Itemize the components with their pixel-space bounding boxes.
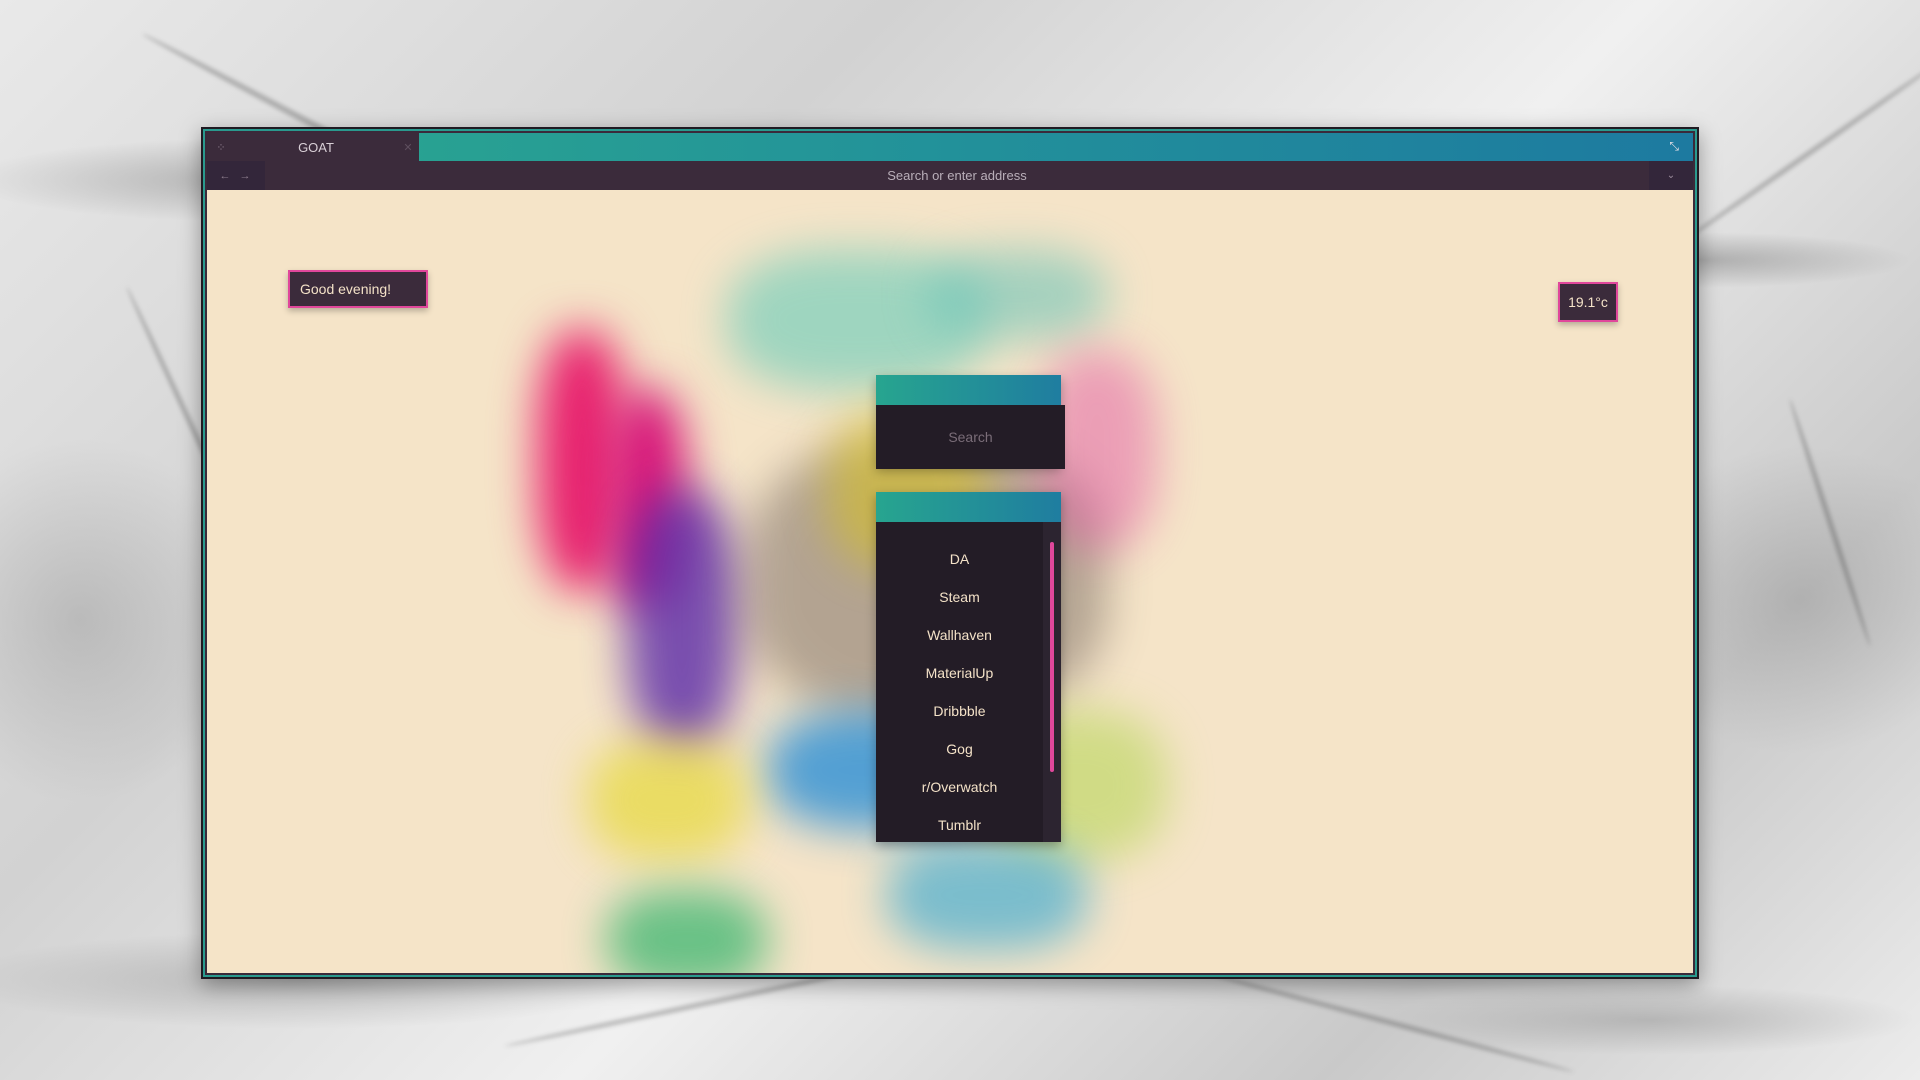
scrollbar[interactable]	[1043, 522, 1061, 842]
new-tab-page: Good evening! 19.1°c DA Steam Wallhaven …	[207, 190, 1693, 973]
tab-title: GOAT	[298, 139, 334, 155]
link-tumblr[interactable]: Tumblr	[876, 806, 1043, 842]
link-r-overwatch[interactable]: r/Overwatch	[876, 768, 1043, 806]
search-input[interactable]	[876, 405, 1065, 469]
links-card: DA Steam Wallhaven MaterialUp Dribbble G…	[876, 492, 1061, 842]
scrollbar-thumb[interactable]	[1050, 542, 1054, 772]
chevron-down-icon[interactable]: ⌄	[1649, 161, 1693, 190]
address-input[interactable]	[265, 167, 1649, 184]
link-wallhaven[interactable]: Wallhaven	[876, 616, 1043, 654]
search-card	[876, 375, 1065, 469]
links-list: DA Steam Wallhaven MaterialUp Dribbble G…	[876, 522, 1043, 842]
art-blob	[627, 490, 737, 750]
art-blob	[887, 840, 1087, 950]
link-da[interactable]: DA	[876, 540, 1043, 578]
marble-vein	[1205, 970, 1575, 1075]
link-steam[interactable]: Steam	[876, 578, 1043, 616]
weather-badge: 19.1°c	[1558, 282, 1618, 322]
greeting-badge: Good evening!	[288, 270, 428, 308]
marble-vein	[1787, 398, 1873, 647]
link-gog[interactable]: Gog	[876, 730, 1043, 768]
marble-vein	[1677, 58, 1920, 247]
link-materialup[interactable]: MaterialUp	[876, 654, 1043, 692]
browser-window: ⁘ GOAT ✕ ⤡ ← → ⌄ Good evenin	[201, 127, 1699, 979]
art-blob	[607, 890, 767, 973]
address-bar: ← → ⌄	[207, 161, 1693, 190]
art-blob	[927, 250, 1107, 340]
link-dribbble[interactable]: Dribbble	[876, 692, 1043, 730]
links-card-header	[876, 492, 1061, 522]
title-bar: ⁘ GOAT ✕ ⤡	[207, 133, 1693, 161]
resize-icon[interactable]: ⤡	[1669, 139, 1679, 154]
forward-button[interactable]: →	[235, 170, 255, 182]
back-button[interactable]: ←	[215, 170, 235, 182]
tab-goat[interactable]: ⁘ GOAT ✕	[207, 133, 419, 161]
search-card-header	[876, 375, 1061, 405]
close-icon[interactable]: ✕	[397, 141, 419, 154]
art-blob	[587, 740, 747, 860]
grip-icon[interactable]: ⁘	[207, 141, 235, 154]
nav-buttons: ← →	[207, 161, 265, 190]
